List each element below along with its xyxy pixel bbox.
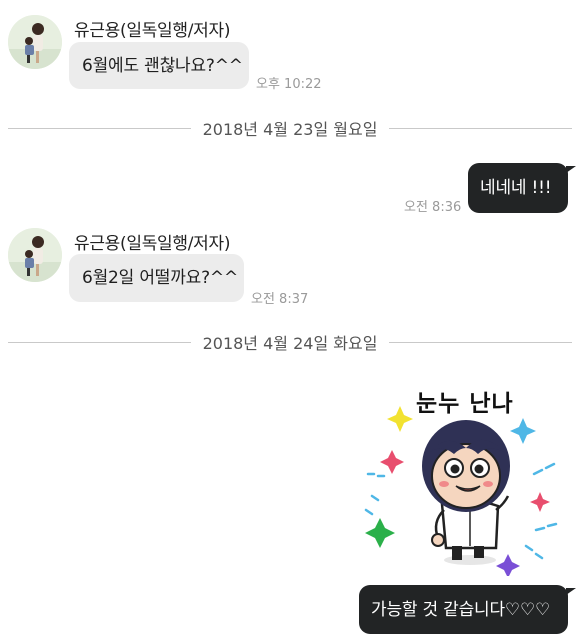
message-timestamp: 오전 8:37 — [251, 292, 309, 307]
dancing-character-sticker-icon — [364, 406, 558, 576]
message-bubble-incoming[interactable]: 6월2일 어떨까요?^^ — [69, 254, 244, 302]
sender-avatar[interactable] — [8, 15, 62, 69]
sender-name: 유근용(일독일행/저자) — [74, 21, 231, 41]
divider-line — [389, 127, 572, 129]
date-label: 2018년 4월 23일 월요일 — [202, 120, 378, 139]
date-divider: 2018년 4월 24일 화요일 — [8, 332, 572, 353]
date-divider: 2018년 4월 23일 월요일 — [8, 118, 572, 139]
bubble-tail — [566, 588, 576, 595]
date-label: 2018년 4월 24일 화요일 — [202, 334, 378, 353]
bubble-tail — [566, 166, 576, 173]
sender-avatar[interactable] — [8, 228, 62, 282]
divider-line — [8, 341, 191, 343]
divider-line — [389, 341, 572, 343]
divider-line — [8, 127, 191, 129]
message-bubble-outgoing[interactable]: 네네네 !!! — [468, 163, 568, 213]
message-bubble-incoming[interactable]: 6월에도 괜찮나요?^^ — [69, 42, 249, 89]
sticker-message[interactable]: 눈누 난나 — [358, 378, 570, 576]
message-timestamp: 오전 8:36 — [404, 200, 462, 215]
message-bubble-outgoing[interactable]: 가능할 것 같습니다♡♡♡ — [359, 585, 568, 634]
message-timestamp: 오후 10:22 — [256, 77, 322, 92]
sender-name: 유근용(일독일행/저자) — [74, 234, 231, 254]
